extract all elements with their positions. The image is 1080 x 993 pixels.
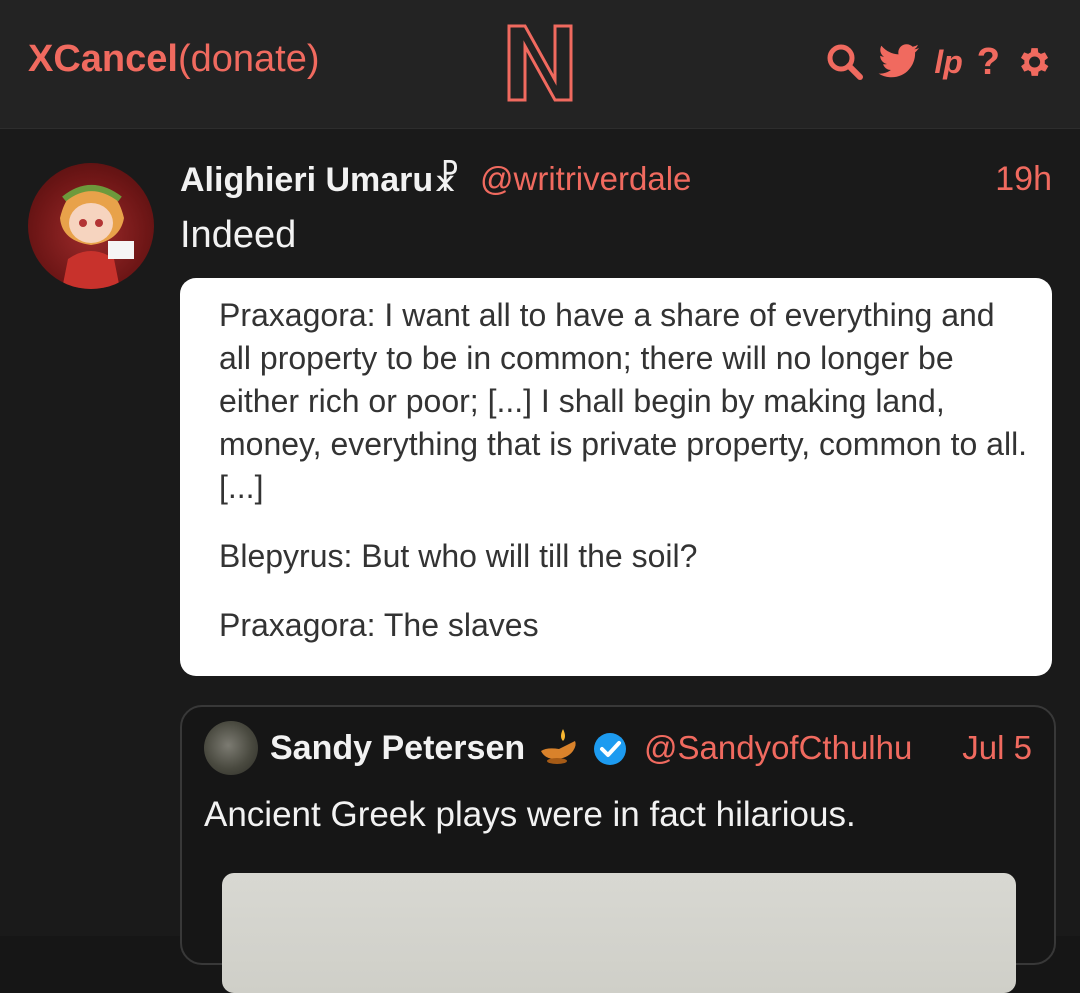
quoted-author-handle[interactable]: @SandyofCthulhu xyxy=(644,729,912,767)
quoted-media-image[interactable] xyxy=(222,873,1016,993)
quoted-timestamp[interactable]: Jul 5 xyxy=(962,729,1032,767)
verified-badge-icon xyxy=(594,733,626,765)
image-paragraph: Praxagora: The slaves xyxy=(219,607,539,643)
quoted-author-avatar[interactable] xyxy=(204,721,258,775)
quoted-tweet-text: Ancient Greek plays were in fact hilario… xyxy=(204,795,856,834)
author-name[interactable]: Alighieri Umaru☧ xyxy=(180,160,460,200)
oil-lamp-icon xyxy=(541,729,576,764)
site-brand[interactable]: XCancel(donate) xyxy=(28,38,320,81)
brand-name[interactable]: XCancel xyxy=(28,38,178,80)
quoted-tweet-card[interactable]: Sandy Petersen @SandyofCthulhu Jul 5 Anc… xyxy=(180,705,1056,993)
liberapay-icon[interactable]: lp xyxy=(934,42,962,82)
author-handle[interactable]: @writriverdale xyxy=(480,160,691,198)
image-paragraph: Praxagora: I want all to have a share of… xyxy=(219,297,1028,505)
author-avatar[interactable] xyxy=(28,163,154,289)
gear-icon[interactable] xyxy=(1014,43,1052,81)
top-navigation-bar: XCancel(donate) lp ? xyxy=(0,0,1080,129)
search-icon[interactable] xyxy=(826,43,864,81)
twitter-bird-icon[interactable] xyxy=(878,43,920,81)
n-logo-icon[interactable] xyxy=(505,22,575,104)
quoted-author-name[interactable]: Sandy Petersen xyxy=(270,729,525,768)
donate-link[interactable]: (donate) xyxy=(178,38,320,80)
image-paragraph: Blepyrus: But who will till the soil? xyxy=(219,538,698,574)
nav-icon-group: lp ? xyxy=(826,42,1052,82)
help-icon[interactable]: ? xyxy=(977,42,1000,82)
attached-text-image[interactable]: Praxagora: I want all to have a share of… xyxy=(180,278,1052,676)
post-timestamp[interactable]: 19h xyxy=(995,160,1052,199)
tweet-text: Indeed xyxy=(180,214,297,256)
